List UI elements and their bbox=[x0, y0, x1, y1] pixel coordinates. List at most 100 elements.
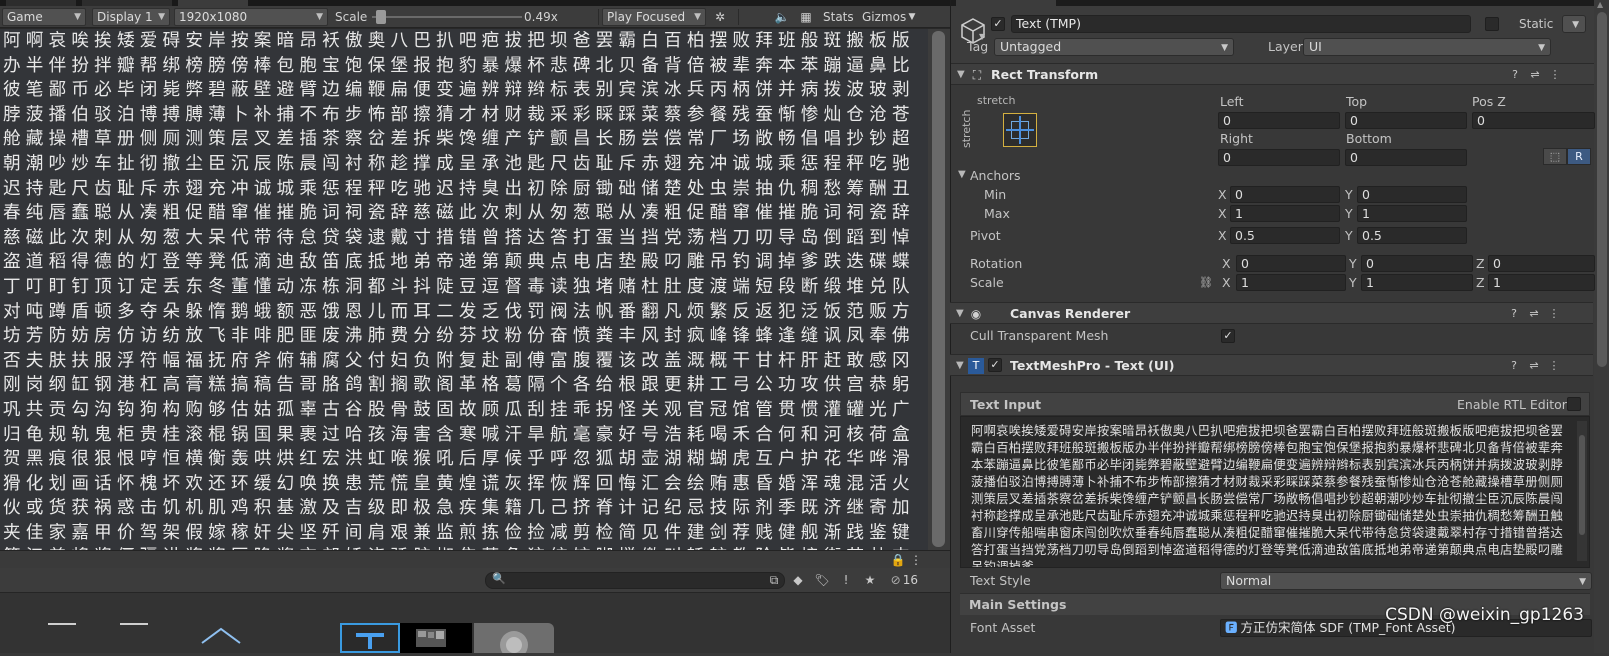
project-toolbar: 🔍 ⧉ ◆ 🏷 ! ★ ⊘ 16 bbox=[0, 568, 950, 593]
tag-label: Tag bbox=[967, 39, 989, 54]
component-enabled-checkbox[interactable]: ✓ bbox=[988, 358, 1002, 372]
axis-y-label: Y bbox=[1349, 256, 1357, 271]
tag-dropdown[interactable]: Untagged ▼ bbox=[994, 38, 1234, 56]
filter-by-label-icon[interactable]: ◆ bbox=[788, 572, 808, 589]
asset-thumbnail-material[interactable] bbox=[474, 623, 554, 656]
asset-thumbnail[interactable] bbox=[120, 623, 148, 653]
search-by-type-icon[interactable]: ⧉ bbox=[764, 572, 784, 589]
scale-z-field[interactable]: 1 bbox=[1488, 274, 1595, 291]
tag-icon[interactable]: 🏷 bbox=[812, 572, 832, 589]
asset-thumbnail-selected[interactable] bbox=[340, 623, 400, 653]
bottom-field[interactable]: 0 bbox=[1345, 149, 1467, 166]
layer-value: UI bbox=[1309, 39, 1322, 54]
posz-label: Pos Z bbox=[1472, 94, 1506, 109]
cull-mesh-checkbox[interactable]: ✓ bbox=[1221, 329, 1235, 343]
rect-transform-header[interactable]: ▼ ⛶ Rect Transform ? ⇌ ⋮ bbox=[951, 63, 1594, 85]
display-dropdown[interactable]: Display 1 ▼ bbox=[92, 8, 170, 26]
scale-slider-handle[interactable] bbox=[376, 10, 386, 24]
anchor-preset-h-label: stretch bbox=[977, 94, 1016, 107]
eye-icon: ◉ bbox=[970, 307, 982, 321]
static-dropdown[interactable]: ▼ bbox=[1562, 15, 1586, 33]
gizmos-toggle[interactable]: Gizmos bbox=[862, 8, 906, 26]
rotation-x-field[interactable]: 0 bbox=[1236, 255, 1346, 272]
scale-x-field[interactable]: 1 bbox=[1236, 274, 1346, 291]
inspector-scrollbar[interactable]: ▲ bbox=[1594, 0, 1609, 653]
object-name-field[interactable]: Text (TMP) bbox=[1011, 15, 1471, 33]
resolution-dropdown[interactable]: 1920x1080 ▼ bbox=[174, 8, 328, 26]
scale-y-field[interactable]: 1 bbox=[1361, 274, 1473, 291]
kebab-menu-icon[interactable]: ⋮ bbox=[1546, 305, 1562, 323]
anchor-min-x-field[interactable]: 0 bbox=[1230, 186, 1340, 203]
layer-dropdown[interactable]: UI ▼ bbox=[1303, 38, 1551, 56]
pivot-label: Pivot bbox=[970, 228, 1001, 243]
help-icon[interactable]: ? bbox=[1506, 305, 1522, 323]
search-input[interactable]: 🔍 bbox=[485, 572, 785, 589]
hidden-count[interactable]: ⊘ 16 bbox=[891, 572, 918, 589]
stats-toggle[interactable]: Stats bbox=[823, 8, 854, 26]
keyboard-shortcut-icon[interactable]: ▦ bbox=[796, 8, 816, 26]
font-asset-icon: 🅵 bbox=[1225, 620, 1238, 635]
fold-arrow-icon[interactable]: ▼ bbox=[957, 66, 965, 84]
hidden-count-value: 16 bbox=[902, 573, 918, 587]
anchor-max-x-field[interactable]: 1 bbox=[1230, 205, 1340, 222]
help-icon[interactable]: ? bbox=[1507, 66, 1523, 84]
play-mode-dropdown[interactable]: Play Focused ▼ bbox=[602, 8, 706, 26]
help-icon[interactable]: ? bbox=[1506, 357, 1522, 375]
kebab-menu-icon[interactable]: ⋮ bbox=[1546, 357, 1562, 375]
active-checkbox[interactable]: ✓ bbox=[991, 17, 1005, 31]
left-field[interactable]: 0 bbox=[1218, 112, 1340, 129]
anchor-preset-button[interactable] bbox=[1003, 113, 1037, 147]
game-view-scrollbar[interactable] bbox=[928, 29, 950, 550]
scrollbar-thumb[interactable] bbox=[1579, 435, 1585, 535]
material-sphere-icon bbox=[500, 631, 528, 656]
rendered-tmp-text: 阿啊哀唉挨矮爱碍安岸按案暗昂袄傲奥八巴扒吧疤拔把坝爸罢霸白百柏摆败拜班般斑搬板版… bbox=[3, 31, 915, 550]
right-field[interactable]: 0 bbox=[1218, 149, 1340, 166]
anchor-min-y-field[interactable]: 0 bbox=[1357, 186, 1467, 203]
canvas-renderer-header[interactable]: ▼ ◉ Canvas Renderer ? ⇌ ⋮ bbox=[950, 302, 1593, 324]
preset-icon[interactable]: ⇌ bbox=[1527, 66, 1543, 84]
pivot-x-field[interactable]: 0.5 bbox=[1230, 227, 1340, 244]
chevron-down-icon: ▼ bbox=[694, 12, 701, 22]
posz-field[interactable]: 0 bbox=[1472, 112, 1595, 129]
pivot-y-field[interactable]: 0.5 bbox=[1357, 227, 1467, 244]
textmeshpro-header[interactable]: ▼ T ✓ TextMeshPro - Text (UI) ? ⇌ ⋮ bbox=[950, 354, 1593, 376]
rotation-z-field[interactable]: 0 bbox=[1488, 255, 1595, 272]
asset-thumbnail-prefab[interactable] bbox=[200, 623, 242, 653]
scroll-up-icon[interactable]: ▲ bbox=[1597, 0, 1603, 9]
raw-edit-button[interactable]: R bbox=[1567, 148, 1591, 165]
text-style-dropdown[interactable]: Normal ▼ bbox=[1220, 572, 1592, 590]
fold-arrow-icon[interactable]: ▼ bbox=[956, 305, 964, 323]
audio-mute-icon[interactable]: 🔈 bbox=[772, 8, 792, 26]
game-panel: Game ▼ Display 1 ▼ 1920x1080 ▼ Scale 0.4… bbox=[0, 0, 950, 656]
anchor-max-y-field[interactable]: 1 bbox=[1357, 205, 1467, 222]
scale-slider-track[interactable] bbox=[372, 16, 522, 18]
blueprint-mode-button[interactable]: ⬚ bbox=[1543, 148, 1567, 165]
top-field[interactable]: 0 bbox=[1345, 112, 1467, 129]
text-input-textarea[interactable]: 阿啊哀唉挨矮爱碍安岸按案暗昂袄傲奥八巴扒吧疤拔把坝爸罢霸白百柏摆败拜班般斑搬板版… bbox=[960, 416, 1590, 568]
fold-arrow-icon[interactable]: ▼ bbox=[956, 357, 964, 375]
link-icon[interactable]: ⛓ bbox=[1199, 274, 1213, 291]
bug-icon[interactable]: ✲ bbox=[710, 8, 730, 26]
rotation-y-field[interactable]: 0 bbox=[1361, 255, 1473, 272]
view-mode-dropdown[interactable]: Game ▼ bbox=[2, 8, 86, 26]
asset-thumbnail[interactable] bbox=[48, 623, 76, 653]
asset-thumbnail-atlas[interactable] bbox=[400, 623, 472, 653]
gizmos-dropdown-icon[interactable]: ▼ bbox=[905, 8, 919, 26]
fold-arrow-icon[interactable]: ▼ bbox=[958, 169, 966, 180]
game-view-viewport[interactable]: 阿啊哀唉挨矮爱碍安岸按案暗昂袄傲奥八巴扒吧疤拔把坝爸罢霸白百柏摆败拜班般斑搬板版… bbox=[0, 29, 928, 550]
static-checkbox[interactable] bbox=[1485, 17, 1499, 31]
anchors-label: Anchors bbox=[970, 168, 1021, 183]
star-icon[interactable]: ★ bbox=[860, 572, 880, 589]
toolbar-divider bbox=[738, 9, 739, 25]
kebab-menu-icon[interactable]: ⋮ bbox=[906, 551, 926, 569]
rtl-editor-checkbox[interactable] bbox=[1567, 397, 1581, 411]
scrollbar-thumb[interactable] bbox=[932, 31, 945, 547]
kebab-menu-icon[interactable]: ⋮ bbox=[1547, 66, 1563, 84]
preset-icon[interactable]: ⇌ bbox=[1526, 305, 1542, 323]
preset-icon[interactable]: ⇌ bbox=[1526, 357, 1542, 375]
component-title: TextMeshPro - Text (UI) bbox=[1010, 358, 1175, 373]
warning-icon[interactable]: ! bbox=[836, 572, 856, 589]
textarea-scrollbar[interactable] bbox=[1577, 421, 1587, 561]
scrollbar-thumb[interactable] bbox=[1597, 12, 1607, 367]
lock-icon[interactable]: 🔒 bbox=[888, 551, 908, 569]
